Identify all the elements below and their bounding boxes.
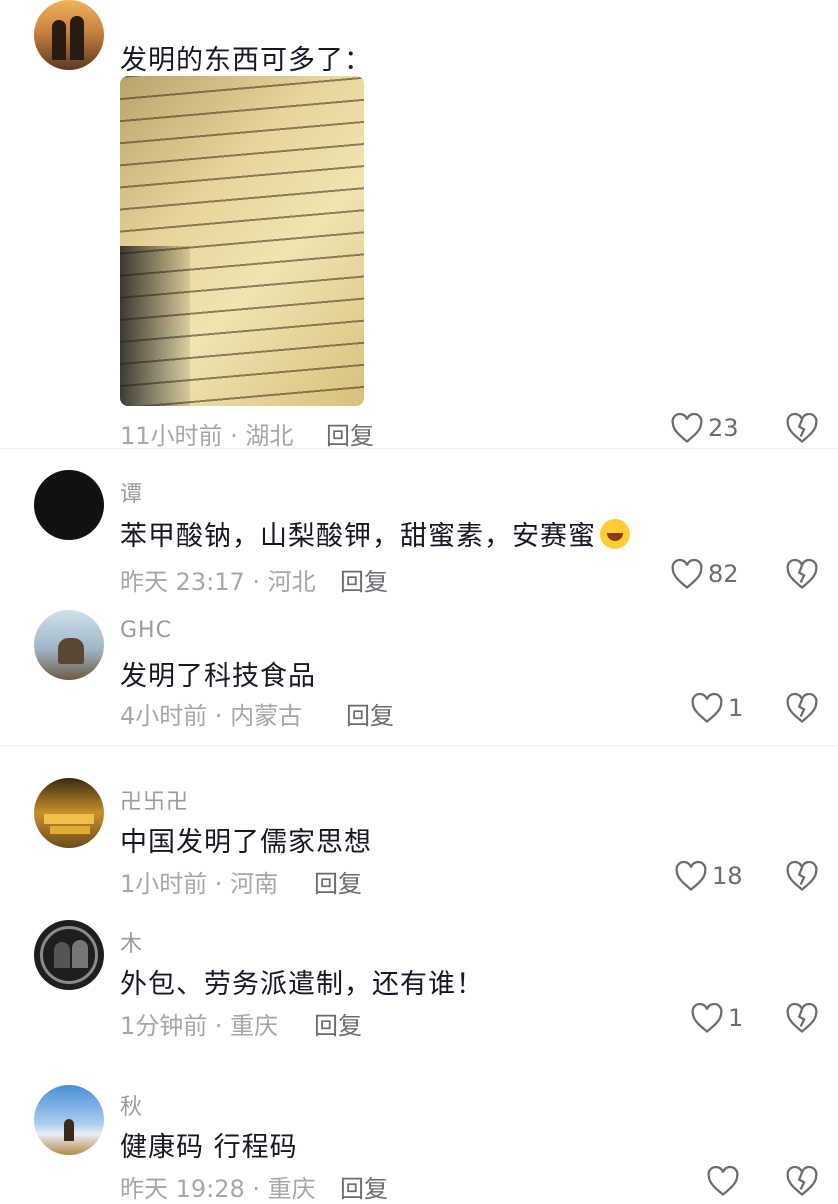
reply-button[interactable]: 回复: [340, 562, 388, 597]
dislike-button[interactable]: [785, 1002, 819, 1038]
dislike-button[interactable]: [785, 558, 819, 594]
like-button[interactable]: 18: [674, 860, 743, 892]
dislike-button[interactable]: [785, 692, 819, 728]
comment-text: 健康码 行程码: [120, 1132, 298, 1163]
comment-text: 中国发明了儒家思想: [120, 827, 372, 858]
broken-heart-icon: [786, 412, 818, 443]
laughing-emoji-icon: [600, 519, 630, 549]
heart-outline-icon: [675, 860, 707, 891]
heart-outline-icon: [707, 1165, 739, 1196]
like-button[interactable]: 1: [690, 692, 743, 724]
comment-text: 发明的东西可多了：: [120, 45, 372, 76]
heart-outline-icon: [691, 692, 723, 723]
comment-text: 外包、劳务派遣制，还有谁！: [120, 969, 484, 1000]
like-count: 18: [712, 862, 743, 890]
dislike-button[interactable]: [785, 860, 819, 896]
comment-time-location: 昨天 19:28 · 重庆: [120, 1175, 316, 1203]
divider: [0, 745, 838, 746]
avatar[interactable]: [34, 470, 104, 540]
like-count: 1: [728, 1004, 744, 1032]
reply-button[interactable]: 回复: [340, 1169, 388, 1204]
reply-button[interactable]: 回复: [326, 416, 374, 451]
comment-time-location: 昨天 23:17 · 河北: [120, 568, 316, 596]
heart-outline-icon: [671, 558, 703, 589]
comment-time-location: 11小时前 · 湖北: [120, 422, 294, 450]
comment-username[interactable]: 木: [120, 926, 143, 958]
reply-button[interactable]: 回复: [314, 864, 362, 899]
comment-item: 谭 苯甲酸钠，山梨酸钾，甜蜜素，安赛蜜 昨天 23:17 · 河北 回复 82: [0, 470, 838, 600]
comment-item: GHC 发明了科技食品 4小时前 · 内蒙古 回复 1: [0, 610, 838, 740]
like-button[interactable]: 1: [690, 1002, 743, 1034]
comment-text: 发明了科技食品: [120, 661, 316, 692]
avatar[interactable]: [34, 920, 104, 990]
avatar[interactable]: [34, 1085, 104, 1155]
comment-text-content: 苯甲酸钠，山梨酸钾，甜蜜素，安赛蜜: [120, 521, 596, 552]
comment-username[interactable]: GHC: [120, 618, 172, 643]
like-count: 1: [728, 694, 744, 722]
reply-button[interactable]: 回复: [346, 696, 394, 731]
broken-heart-icon: [786, 1165, 818, 1196]
broken-heart-icon: [786, 558, 818, 589]
comment-text: 苯甲酸钠，山梨酸钾，甜蜜素，安赛蜜: [120, 514, 630, 553]
comment-item: 木 外包、劳务派遣制，还有谁！ 1分钟前 · 重庆 回复 1: [0, 920, 838, 1050]
comment-item: 发明的东西可多了： 11小时前 · 湖北 回复 23: [0, 0, 838, 450]
comment-image[interactable]: [120, 76, 364, 406]
divider: [0, 448, 838, 449]
broken-heart-icon: [786, 1002, 818, 1033]
like-count: 23: [708, 414, 739, 442]
broken-heart-icon: [786, 692, 818, 723]
heart-outline-icon: [691, 1002, 723, 1033]
comment-time-location: 1分钟前 · 重庆: [120, 1012, 279, 1040]
reply-button[interactable]: 回复: [314, 1006, 362, 1041]
like-button[interactable]: 23: [670, 412, 739, 444]
like-button[interactable]: 82: [670, 558, 739, 590]
dislike-button[interactable]: [785, 1165, 819, 1201]
comment-item: 卍卐卍 中国发明了儒家思想 1小时前 · 河南 回复 18: [0, 778, 838, 908]
comment-time-location: 1小时前 · 河南: [120, 870, 279, 898]
avatar[interactable]: [34, 610, 104, 680]
like-button[interactable]: [706, 1165, 744, 1197]
avatar[interactable]: [34, 0, 104, 70]
heart-outline-icon: [671, 412, 703, 443]
broken-heart-icon: [786, 860, 818, 891]
comment-time-location: 4小时前 · 内蒙古: [120, 702, 303, 730]
like-count: 82: [708, 560, 739, 588]
comment-username[interactable]: 秋: [120, 1089, 143, 1121]
avatar[interactable]: [34, 778, 104, 848]
comment-username[interactable]: 谭: [120, 476, 143, 508]
comment-username[interactable]: 卍卐卍: [120, 784, 189, 816]
dislike-button[interactable]: [785, 412, 819, 448]
comment-item: 秋 健康码 行程码 昨天 19:28 · 重庆 回复: [0, 1085, 838, 1203]
